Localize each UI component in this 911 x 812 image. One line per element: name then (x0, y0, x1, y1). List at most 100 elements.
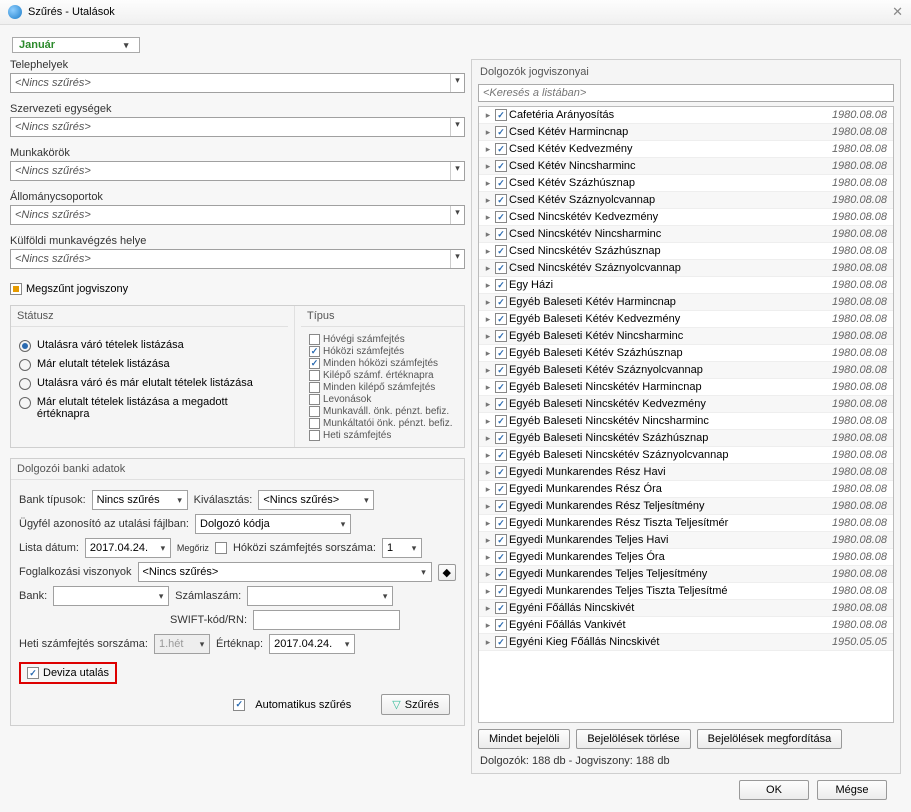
search-input[interactable] (478, 84, 894, 102)
row-checkbox[interactable] (495, 551, 507, 563)
expand-icon[interactable] (481, 585, 495, 597)
chevron-down-icon[interactable] (417, 566, 431, 578)
szervezeti-input[interactable] (11, 118, 450, 136)
bank-tipusok-combo[interactable] (92, 490, 188, 510)
jogviszony-list[interactable]: Cafetéria Arányosítás1980.08.08Csed Kété… (478, 106, 894, 723)
list-row[interactable]: Egyéb Baleseti Kétév Százhúsznap1980.08.… (479, 345, 893, 362)
expand-icon[interactable] (481, 126, 495, 138)
telephelyek-input[interactable] (11, 74, 450, 92)
row-checkbox[interactable] (495, 636, 507, 648)
status-radio-3[interactable]: Már elutalt tételek listázása a megadott… (19, 396, 280, 420)
expand-icon[interactable] (481, 534, 495, 546)
expand-icon[interactable] (481, 296, 495, 308)
list-row[interactable]: Csed Kétév Harmincnap1980.08.08 (479, 124, 893, 141)
status-radio-2[interactable]: Utalásra váró és már elutalt tételek lis… (19, 377, 280, 390)
row-checkbox[interactable] (495, 500, 507, 512)
list-row[interactable]: Egyéni Főállás Vankivét1980.08.08 (479, 617, 893, 634)
row-checkbox[interactable] (495, 330, 507, 342)
list-row[interactable]: Csed Nincskétév Nincsharminc1980.08.08 (479, 226, 893, 243)
allomany-combo[interactable] (10, 205, 465, 225)
chevron-down-icon[interactable] (121, 39, 135, 51)
expand-icon[interactable] (481, 636, 495, 648)
tipus-row[interactable]: Levonások (309, 394, 456, 405)
row-checkbox[interactable] (495, 619, 507, 631)
row-checkbox[interactable] (495, 109, 507, 121)
tipus-checkbox[interactable] (309, 334, 320, 345)
list-row[interactable]: Egyéb Baleseti Nincskétév Harmincnap1980… (479, 379, 893, 396)
expand-icon[interactable] (481, 449, 495, 461)
chevron-down-icon[interactable] (450, 162, 464, 180)
expand-icon[interactable] (481, 432, 495, 444)
tipus-checkbox[interactable] (309, 418, 320, 429)
expand-icon[interactable] (481, 313, 495, 325)
list-row[interactable]: Egyéb Baleseti Kétév Kedvezmény1980.08.0… (479, 311, 893, 328)
list-row[interactable]: Egyéb Baleseti Nincskétév Nincsharminc19… (479, 413, 893, 430)
tipus-checkbox[interactable] (309, 358, 320, 369)
row-checkbox[interactable] (495, 534, 507, 546)
status-radio-1[interactable]: Már elutalt tételek listázása (19, 358, 280, 371)
expand-icon[interactable] (481, 347, 495, 359)
cancel-button[interactable]: Mégse (817, 780, 887, 800)
chevron-down-icon[interactable] (336, 518, 350, 530)
row-checkbox[interactable] (495, 228, 507, 240)
list-row[interactable]: Egyedi Munkarendes Teljes Óra1980.08.08 (479, 549, 893, 566)
expand-icon[interactable] (481, 602, 495, 614)
row-checkbox[interactable] (495, 160, 507, 172)
list-row[interactable]: Egyéni Főállás Nincskivét1980.08.08 (479, 600, 893, 617)
tipus-row[interactable]: Hóközi számfejtés (309, 346, 456, 357)
list-row[interactable]: Egyedi Munkarendes Rész Teljesítmény1980… (479, 498, 893, 515)
tipus-row[interactable]: Heti számfejtés (309, 430, 456, 441)
close-icon[interactable]: ✕ (892, 4, 903, 20)
radio-icon[interactable] (19, 378, 31, 390)
expand-icon[interactable] (481, 245, 495, 257)
row-checkbox[interactable] (495, 364, 507, 376)
list-row[interactable]: Egy Házi1980.08.08 (479, 277, 893, 294)
expand-icon[interactable] (481, 619, 495, 631)
list-row[interactable]: Egyéb Baleseti Nincskétév Százhúsznap198… (479, 430, 893, 447)
szamla-combo[interactable] (247, 586, 393, 606)
ugyfel-combo[interactable] (195, 514, 351, 534)
row-checkbox[interactable] (495, 381, 507, 393)
list-row[interactable]: Csed Kétév Nincsharminc1980.08.08 (479, 158, 893, 175)
status-radio-0[interactable]: Utalásra váró tételek listázása (19, 339, 280, 352)
list-row[interactable]: Csed Nincskétév Százhúsznap1980.08.08 (479, 243, 893, 260)
row-checkbox[interactable] (495, 568, 507, 580)
radio-icon[interactable] (19, 340, 31, 352)
list-row[interactable]: Egyéb Baleseti Kétév Száznyolcvannap1980… (479, 362, 893, 379)
expand-icon[interactable] (481, 177, 495, 189)
szures-button[interactable]: Szűrés (381, 694, 450, 715)
expand-icon[interactable] (481, 143, 495, 155)
list-row[interactable]: Csed Kétév Százhúsznap1980.08.08 (479, 175, 893, 192)
row-checkbox[interactable] (495, 517, 507, 529)
list-row[interactable]: Egyéb Baleseti Nincskétév Száznyolcvanna… (479, 447, 893, 464)
munkakorok-combo[interactable] (10, 161, 465, 181)
list-row[interactable]: Csed Kétév Száznyolcvannap1980.08.08 (479, 192, 893, 209)
row-checkbox[interactable] (495, 126, 507, 138)
list-row[interactable]: Egyéb Baleseti Nincskétév Kedvezmény1980… (479, 396, 893, 413)
row-checkbox[interactable] (495, 449, 507, 461)
bank-combo[interactable] (53, 586, 169, 606)
chevron-down-icon[interactable] (407, 542, 421, 554)
row-checkbox[interactable] (495, 279, 507, 291)
tipus-checkbox[interactable] (309, 346, 320, 357)
expand-icon[interactable] (481, 500, 495, 512)
expand-icon[interactable] (481, 279, 495, 291)
row-checkbox[interactable] (495, 211, 507, 223)
row-checkbox[interactable] (495, 466, 507, 478)
chevron-down-icon[interactable] (378, 590, 392, 602)
row-checkbox[interactable] (495, 585, 507, 597)
list-row[interactable]: Egyedi Munkarendes Teljes Havi1980.08.08 (479, 532, 893, 549)
expand-icon[interactable] (481, 551, 495, 563)
row-checkbox[interactable] (495, 262, 507, 274)
ok-button[interactable]: OK (739, 780, 809, 800)
kivalasztas-combo[interactable] (258, 490, 374, 510)
fogl-combo[interactable] (138, 562, 432, 582)
clear-selection-button[interactable]: Bejelölések törlése (576, 729, 690, 749)
expand-icon[interactable] (481, 194, 495, 206)
expand-icon[interactable] (481, 364, 495, 376)
arrow-button[interactable]: ◆ (438, 564, 456, 581)
chevron-down-icon[interactable] (450, 118, 464, 136)
month-select[interactable]: Január (12, 37, 140, 53)
list-row[interactable]: Egyéni Kieg Főállás Nincskivét1950.05.05 (479, 634, 893, 651)
kulfoldi-combo[interactable] (10, 249, 465, 269)
